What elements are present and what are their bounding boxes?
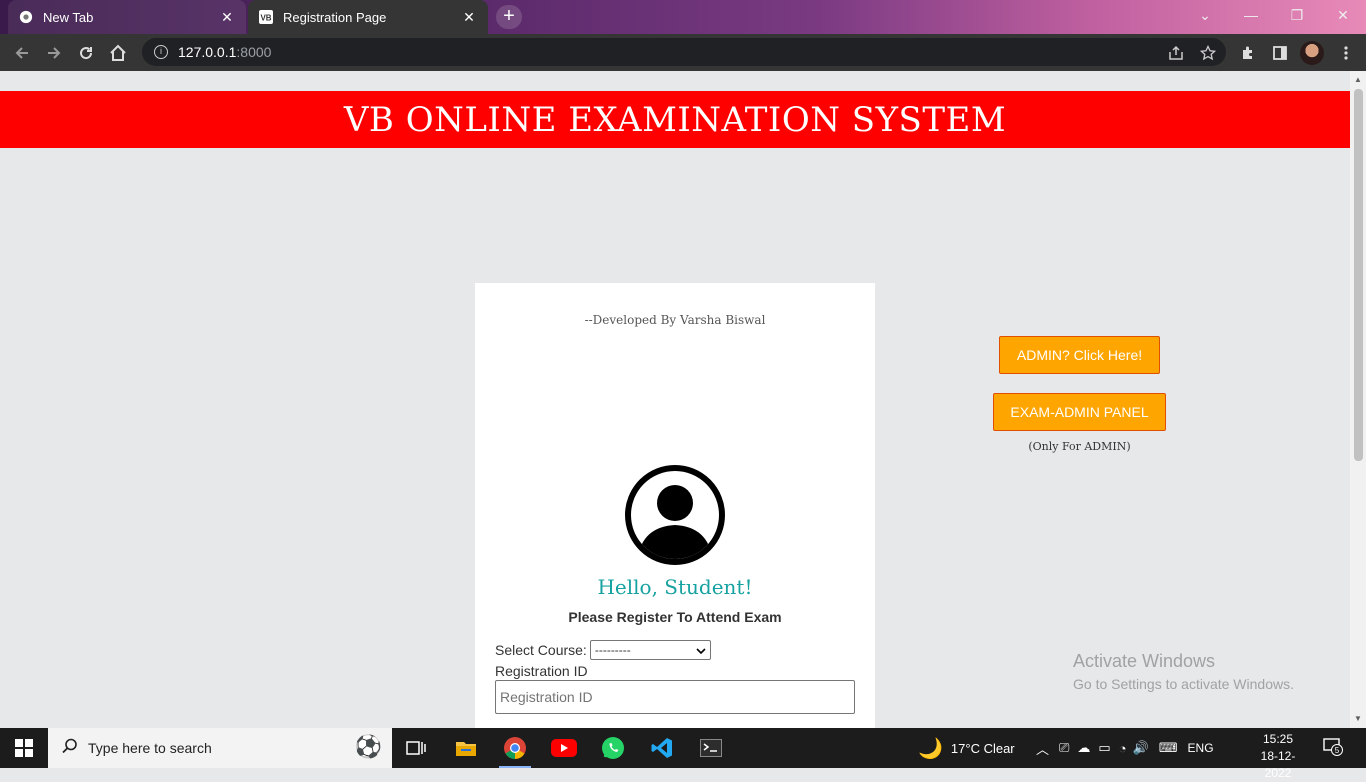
youtube-icon[interactable] bbox=[540, 728, 588, 768]
watermark-subtitle: Go to Settings to activate Windows. bbox=[1073, 676, 1294, 692]
tab-close-icon[interactable]: ✕ bbox=[218, 9, 236, 26]
tab-registration-page[interactable]: VB Registration Page ✕ bbox=[248, 0, 488, 34]
whatsapp-icon[interactable] bbox=[589, 728, 637, 768]
terminal-icon[interactable] bbox=[687, 728, 735, 768]
meet-now-icon[interactable]: ⎚ bbox=[1059, 740, 1069, 756]
developer-credit: --Developed By Varsha Biswal bbox=[584, 313, 766, 327]
admin-only-note: (Only For ADMIN) bbox=[1028, 440, 1131, 453]
task-view-icon[interactable] bbox=[392, 728, 440, 768]
tab-close-icon[interactable]: ✕ bbox=[460, 9, 478, 26]
browser-tab-bar: New Tab ✕ VB Registration Page ✕ + ⌄ — ❐… bbox=[0, 0, 1366, 34]
chrome-taskbar-icon[interactable] bbox=[491, 728, 539, 768]
chevron-down-icon bbox=[696, 643, 706, 657]
course-label: Select Course: bbox=[495, 642, 587, 658]
back-arrow-icon[interactable] bbox=[10, 41, 34, 65]
watermark-title: Activate Windows bbox=[1073, 651, 1216, 671]
bookmark-star-icon[interactable] bbox=[1196, 41, 1220, 65]
cloud-icon[interactable]: ☁ bbox=[1077, 740, 1090, 756]
battery-icon[interactable]: ▭ bbox=[1098, 740, 1110, 756]
weather-widget[interactable]: 🌙 17°C Clear bbox=[918, 728, 1015, 768]
clock-time: 15:25 bbox=[1262, 732, 1294, 746]
tab-title: Registration Page bbox=[283, 9, 387, 25]
vscode-icon[interactable] bbox=[638, 728, 686, 768]
page-scrollbar[interactable]: ▲ ▼ bbox=[1350, 71, 1366, 728]
weather-text: 17°C Clear bbox=[950, 740, 1015, 756]
course-row: Select Course: --------- bbox=[495, 640, 711, 660]
search-placeholder: Type here to search bbox=[88, 740, 212, 756]
url-host: 127.0.0.1 bbox=[178, 44, 237, 60]
clock-date: 18-12-2022 bbox=[1260, 749, 1296, 780]
forward-arrow-icon[interactable] bbox=[42, 41, 66, 65]
restore-icon[interactable]: ❐ bbox=[1274, 0, 1320, 30]
exam-admin-panel-button[interactable]: EXAM-ADMIN PANEL bbox=[993, 393, 1166, 431]
wifi-icon[interactable]: ◔ bbox=[1119, 741, 1127, 756]
site-info-icon[interactable]: i bbox=[154, 45, 168, 59]
windows-start-icon[interactable] bbox=[0, 728, 48, 768]
chrome-icon bbox=[18, 9, 34, 25]
windows-taskbar: Type here to search ⚽ 🌙 17°C Clear ︿ ⎚ ☁… bbox=[0, 728, 1366, 780]
scrollbar-thumb[interactable] bbox=[1354, 89, 1363, 461]
taskbar-search-box[interactable]: Type here to search ⚽ bbox=[48, 728, 392, 768]
profile-avatar[interactable] bbox=[1300, 41, 1324, 65]
registration-card: --Developed By Varsha Biswal Hello, Stud… bbox=[475, 283, 875, 728]
url-port: :8000 bbox=[236, 44, 272, 60]
student-avatar-icon bbox=[625, 465, 725, 565]
side-panel-icon[interactable] bbox=[1268, 41, 1292, 65]
page-viewport: VB ONLINE EXAMINATION SYSTEM --Developed… bbox=[0, 71, 1350, 728]
notification-count: 5 bbox=[1335, 746, 1340, 755]
keyboard-icon[interactable]: ⌨ bbox=[1159, 740, 1178, 756]
scroll-up-icon[interactable]: ▲ bbox=[1354, 75, 1362, 84]
scroll-down-icon[interactable]: ▼ bbox=[1354, 714, 1362, 723]
greeting-heading: Hello, Student! bbox=[597, 575, 753, 599]
admin-button[interactable]: ADMIN? Click Here! bbox=[999, 336, 1160, 374]
tab-title: New Tab bbox=[43, 9, 94, 25]
volume-icon[interactable]: 🔊 bbox=[1133, 740, 1149, 756]
browser-toolbar: i 127.0.0.1:8000 bbox=[0, 34, 1366, 71]
address-bar[interactable]: i 127.0.0.1:8000 bbox=[142, 38, 1226, 66]
search-icon bbox=[62, 738, 78, 759]
registration-id-input[interactable] bbox=[495, 680, 855, 714]
activate-windows-watermark: Activate Windows Go to Settings to activ… bbox=[1073, 651, 1294, 692]
moon-icon: 🌙 bbox=[918, 737, 943, 760]
favicon-text: VB bbox=[260, 14, 271, 23]
chevron-up-icon[interactable]: ︿ bbox=[1036, 739, 1049, 758]
search-highlight-soccer-icon: ⚽ bbox=[354, 734, 382, 759]
page-header-title: VB ONLINE EXAMINATION SYSTEM bbox=[0, 91, 1350, 148]
course-selected-value: --------- bbox=[594, 643, 631, 657]
notification-center-icon[interactable]: 5 bbox=[1322, 738, 1344, 758]
file-explorer-icon[interactable] bbox=[442, 728, 490, 768]
site-favicon-icon: VB bbox=[258, 9, 274, 25]
tab-search-chevron-icon[interactable]: ⌄ bbox=[1182, 0, 1228, 30]
menu-kebab-icon[interactable] bbox=[1334, 41, 1358, 65]
reload-icon[interactable] bbox=[74, 41, 98, 65]
system-tray-icons: ︿ ⎚ ☁ ▭ ◔ 🔊 ⌨ ENG bbox=[1036, 728, 1214, 768]
close-window-icon[interactable]: ✕ bbox=[1320, 0, 1366, 30]
minimize-icon[interactable]: — bbox=[1228, 0, 1274, 30]
share-icon[interactable] bbox=[1164, 41, 1188, 65]
register-instruction: Please Register To Attend Exam bbox=[568, 609, 782, 625]
course-select[interactable]: --------- bbox=[589, 640, 711, 660]
registration-id-label: Registration ID bbox=[495, 663, 588, 679]
language-indicator[interactable]: ENG bbox=[1188, 741, 1214, 755]
home-icon[interactable] bbox=[106, 41, 130, 65]
taskbar-clock[interactable]: 15:25 18-12-2022 bbox=[1248, 731, 1308, 782]
extensions-puzzle-icon[interactable] bbox=[1236, 41, 1260, 65]
tab-new-tab[interactable]: New Tab ✕ bbox=[8, 0, 246, 34]
new-tab-button[interactable]: + bbox=[496, 5, 522, 29]
